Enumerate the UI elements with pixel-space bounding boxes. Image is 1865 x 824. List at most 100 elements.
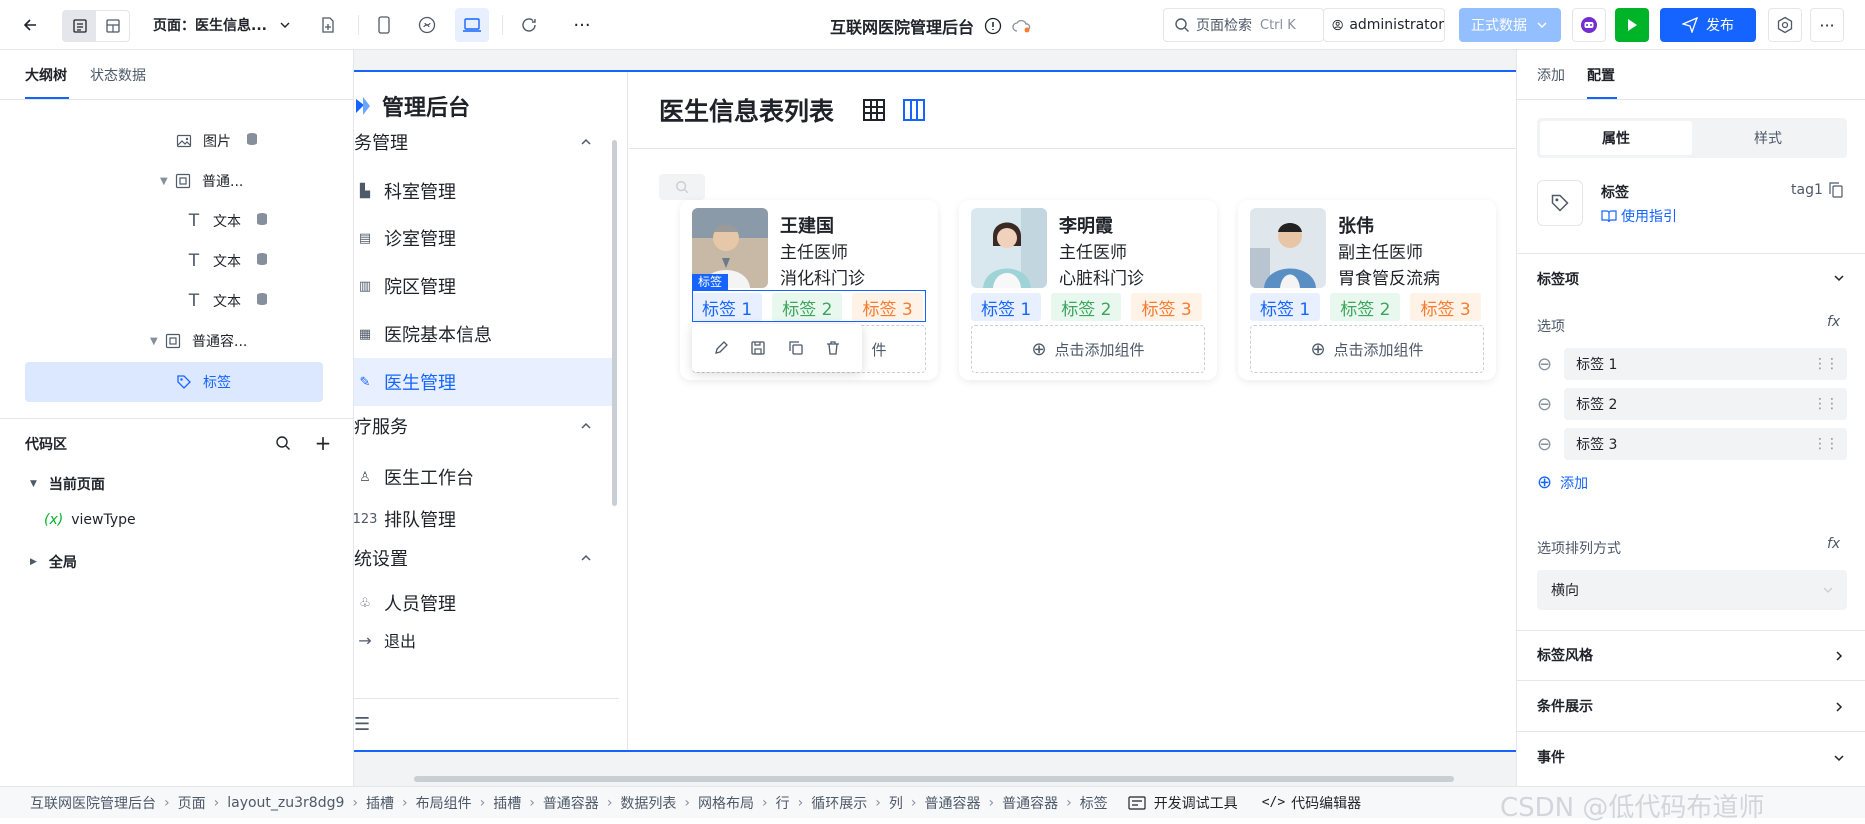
tag[interactable]: 标签 2 [1051, 293, 1122, 321]
breadcrumb-item[interactable]: 普通容器 [924, 793, 980, 813]
chevron-right-icon[interactable] [1833, 699, 1845, 717]
add-icon[interactable]: + [312, 431, 334, 455]
tree-item-text[interactable]: T 文本 [185, 282, 269, 320]
layout-mode-select[interactable]: 横向 [1537, 570, 1847, 610]
mobile-icon[interactable] [370, 11, 398, 39]
publish-button[interactable]: 发布 [1660, 8, 1756, 42]
usage-guide-link[interactable]: 使用指引 [1601, 206, 1677, 226]
more-icon[interactable]: ··· [568, 11, 596, 39]
edit-icon[interactable] [713, 340, 729, 356]
option-input[interactable]: 标签 3 ⋮⋮ [1564, 428, 1847, 460]
nav-group[interactable]: 统设置 [354, 538, 612, 578]
caret-down-icon[interactable]: ▼ [150, 336, 164, 347]
tab-config[interactable]: 配置 [1587, 65, 1615, 85]
drag-handle-icon[interactable]: ⋮⋮ [1813, 396, 1839, 412]
drag-handle-icon[interactable]: ⋮⋮ [1813, 436, 1839, 452]
ai-assistant-icon[interactable] [1572, 8, 1606, 42]
formula-icon[interactable]: fx [1827, 536, 1840, 552]
seg-style[interactable]: 样式 [1692, 121, 1844, 155]
breadcrumb-item[interactable]: layout_zu3r8dg9 [227, 795, 344, 811]
copy-icon[interactable] [1829, 182, 1843, 198]
page-selector[interactable]: 页面：医生信息... [153, 15, 291, 35]
copy-icon[interactable] [788, 340, 804, 356]
tree-item-text[interactable]: T 文本 [185, 202, 269, 240]
breadcrumb-item[interactable]: 页面 [178, 793, 206, 813]
breadcrumb-item[interactable]: 循环展示 [811, 793, 867, 813]
tab-outline[interactable]: 大纲树 [25, 65, 67, 85]
search-icon[interactable] [659, 174, 705, 200]
formula-icon[interactable]: fx [1827, 314, 1840, 330]
nav-item[interactable]: ▦ 医院基本信息 [354, 310, 612, 358]
code-tree-global[interactable]: ▶ 全局 [30, 552, 77, 572]
chevron-down-icon[interactable] [1833, 272, 1845, 287]
remove-circle-icon[interactable]: ⊖ [1537, 434, 1552, 455]
breadcrumb-item[interactable]: 列 [889, 793, 903, 813]
breadcrumb-item[interactable]: 插槽 [366, 793, 394, 813]
canvas-h-scrollbar[interactable] [414, 776, 1454, 782]
tab-state-data[interactable]: 状态数据 [90, 65, 146, 85]
doctor-card[interactable]: 李明霞 主任医师 心脏科门诊 标签 1 标签 2 标签 3 ⊕ 点击添加组件 [959, 200, 1217, 380]
page-search-input[interactable]: 页面检索 Ctrl K [1163, 8, 1324, 42]
tree-item-container[interactable]: ▼ 普通容... [150, 322, 247, 360]
nav-group[interactable]: 疗服务 [354, 406, 612, 446]
devtools-button[interactable]: 开发调试工具 [1128, 793, 1238, 813]
add-component-placeholder[interactable]: ⊕ 点击添加组件 [1250, 325, 1484, 373]
caret-down-icon[interactable]: ▼ [160, 176, 174, 187]
nav-group[interactable]: 务管理 [354, 122, 612, 162]
preview-play-icon[interactable] [1615, 8, 1649, 42]
breadcrumb-item[interactable]: 行 [776, 793, 790, 813]
section-tag-style[interactable]: 标签风格 [1537, 645, 1593, 665]
delete-icon[interactable] [825, 340, 841, 356]
tag-group[interactable]: 标签 1 标签 2 标签 3 [971, 293, 1212, 321]
design-canvas[interactable]: 管理后台 务管理 ▙ 科室管理 ▤ 诊室管理 ▥ 院区管理 ▦ 医院基本信息 ✎ 医生管理 疗服务 ♙ 医… [353, 50, 1516, 786]
settings-icon[interactable] [1768, 8, 1802, 42]
nav-item[interactable]: ▤ 诊室管理 [354, 214, 612, 262]
tag-group[interactable]: 标签 1 标签 2 标签 3 [1250, 293, 1491, 321]
breadcrumb-item[interactable]: 布局组件 [416, 793, 472, 813]
tree-item-image[interactable]: 图片 [175, 122, 259, 160]
option-input[interactable]: 标签 1 ⋮⋮ [1564, 348, 1847, 380]
sidebar-scrollbar[interactable] [612, 140, 617, 506]
nav-item[interactable]: ▙ 科室管理 [354, 167, 612, 215]
breadcrumb-item[interactable]: 标签 [1080, 793, 1108, 813]
add-component-placeholder[interactable]: ⊕ 点击添加组件 [971, 325, 1205, 373]
breadcrumb-item[interactable]: 普通容器 [543, 793, 599, 813]
tag[interactable]: 标签 3 [1410, 293, 1481, 321]
nav-item[interactable]: ♙ 医生工作台 [354, 453, 612, 501]
breadcrumb-item[interactable]: 网格布局 [698, 793, 754, 813]
add-option-button[interactable]: ⊕ 添加 [1537, 472, 1588, 493]
more-options-icon[interactable]: ··· [1810, 8, 1844, 42]
code-editor-button[interactable]: </> 代码编辑器 [1262, 793, 1361, 813]
section-condition[interactable]: 条件展示 [1537, 696, 1593, 716]
tree-item-text[interactable]: T 文本 [185, 242, 269, 280]
breadcrumb-item[interactable]: 普通容器 [1002, 793, 1058, 813]
nav-logout[interactable]: → 退出 [354, 616, 612, 664]
drag-handle-icon[interactable]: ⋮⋮ [1813, 356, 1839, 372]
section-events[interactable]: 事件 [1537, 747, 1565, 767]
back-arrow-icon[interactable] [18, 13, 42, 37]
option-input[interactable]: 标签 2 ⋮⋮ [1564, 388, 1847, 420]
nav-item[interactable]: 123 排队管理 [353, 495, 612, 543]
code-tree-current-page[interactable]: ▼ 当前页面 [30, 474, 105, 494]
card-view-icon[interactable] [902, 98, 926, 122]
remove-circle-icon[interactable]: ⊖ [1537, 354, 1552, 375]
miniprogram-icon[interactable] [413, 11, 441, 39]
tab-add[interactable]: 添加 [1537, 65, 1565, 85]
nav-item[interactable]: ✎ 医生管理 [354, 358, 612, 406]
tag[interactable]: 标签 1 [971, 293, 1042, 321]
collapse-menu-icon[interactable]: ☰ [354, 714, 370, 735]
info-icon[interactable] [984, 17, 1002, 35]
tag[interactable]: 标签 1 [1250, 293, 1321, 321]
cloud-sync-icon[interactable] [1012, 18, 1032, 34]
desktop-icon[interactable] [455, 8, 489, 42]
tag[interactable]: 标签 3 [1131, 293, 1202, 321]
code-tree-viewtype[interactable]: (x) viewType [44, 512, 136, 528]
add-page-icon[interactable] [316, 13, 340, 37]
table-view-icon[interactable] [862, 98, 886, 122]
breadcrumb-item[interactable]: 插槽 [493, 793, 521, 813]
breadcrumb-item[interactable]: 数据列表 [620, 793, 676, 813]
section-tag-items[interactable]: 标签项 [1537, 269, 1579, 289]
breadcrumb-item[interactable]: 互联网医院管理后台 [30, 793, 156, 813]
search-icon[interactable] [272, 432, 294, 454]
save-icon[interactable] [750, 340, 766, 356]
